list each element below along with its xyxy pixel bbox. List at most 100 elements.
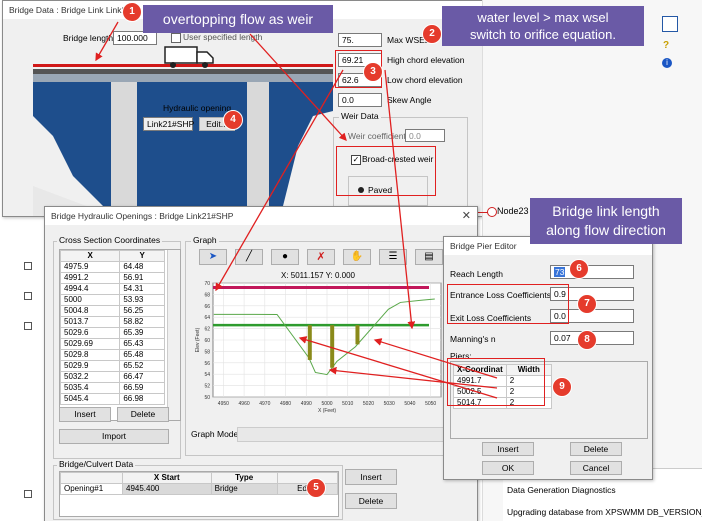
pointer-tool-icon[interactable]: ➤ [199,249,227,265]
xs-table-row[interactable]: 5029.9 65.52 [60,360,165,372]
xs-table-row[interactable]: 5035.4 66.59 [60,382,165,394]
xs-table-row[interactable]: 4991.2 56.91 [60,272,165,284]
xs-cell-x[interactable]: 5029.69 [60,338,121,350]
xs-cell-x[interactable]: 5013.7 [60,316,121,328]
xs-cell-x[interactable]: 5045.4 [60,393,121,405]
xs-delete-button[interactable]: Delete [117,407,169,422]
openings-close-icon[interactable]: ✕ [462,209,471,222]
xs-table-row[interactable]: 5029.6 65.39 [60,327,165,339]
xs-table-row[interactable]: 5029.8 65.48 [60,349,165,361]
xs-table-row[interactable]: 5004.8 56.25 [60,305,165,317]
callout-link-length-line1: Bridge link length [552,203,660,219]
y-tick-label: 58 [204,349,210,355]
xs-table-row[interactable]: 5032.2 66.47 [60,371,165,383]
doc-tool-icon[interactable]: ▤ [415,249,443,265]
node-circle[interactable] [487,207,497,217]
xs-insert-button[interactable]: Insert [59,407,111,422]
y-tick-label: 68 [204,292,210,298]
toolbar-icon-help[interactable]: ? [663,40,669,51]
highlight-loss-coefficients [447,284,569,324]
tree-checkbox-2[interactable] [24,292,32,300]
culvert-type[interactable]: Bridge [210,483,278,495]
xs-table-row[interactable]: 4975.9 64.48 [60,261,165,273]
tree-checkbox-4[interactable] [24,490,32,498]
xs-table-row[interactable]: 5029.69 65.43 [60,338,165,350]
xs-table-row[interactable]: 5013.7 58.82 [60,316,165,328]
xs-cell-y[interactable]: 66.98 [119,393,165,405]
x-tick-label: 5000 [321,401,332,407]
pier-delete-button[interactable]: Delete [570,442,622,456]
diag-line-1: Data Generation Diagnostics [507,485,616,495]
xs-cell-x[interactable]: 5004.8 [60,305,121,317]
xs-cell-y[interactable]: 65.48 [119,349,165,361]
xs-cell-x[interactable]: 4994.4 [60,283,121,295]
pier-bar [307,325,312,360]
xs-table-row[interactable]: 5000 53.93 [60,294,165,306]
list-tool-icon[interactable]: ☰ [379,249,407,265]
x-tick-label: 5040 [404,401,415,407]
xs-table-row[interactable]: 4994.4 54.31 [60,283,165,295]
graph-toolbar: ➤ ╱ ● ✗ ✋ ☰ ▤ [199,249,459,267]
culvert-row[interactable]: Opening#1 4945.400 Bridge Edit... [60,483,339,495]
xs-cell-y[interactable]: 64.48 [119,261,165,273]
line-tool-icon[interactable]: ╱ [235,249,263,265]
xs-cell-x[interactable]: 5000 [60,294,121,306]
toolbar-icon-info[interactable]: i [662,58,672,68]
xs-cell-x[interactable]: 5029.6 [60,327,121,339]
pier-insert-button[interactable]: Insert [482,442,534,456]
toolbar-icon-grid[interactable] [662,16,678,32]
y-tick-label: 52 [204,384,210,390]
culvert-delete-button[interactable]: Delete [345,493,397,509]
weir-coefficient-input[interactable]: 0.0 [405,129,445,142]
xs-cell-x[interactable]: 4975.9 [60,261,121,273]
highlight-piers-table [447,358,545,406]
marker-6: 6 [569,259,589,279]
pier-bar [330,325,335,368]
xs-import-button[interactable]: Import [59,429,169,444]
x-tick-label: 5030 [384,401,395,407]
culvert-xstart[interactable]: 4945.400 [122,483,212,495]
xs-table-row[interactable]: 5045.4 66.98 [60,393,165,405]
graph-mode-field[interactable] [237,427,469,442]
xs-cell-y[interactable]: 65.52 [119,360,165,372]
x-tick-label: 4980 [280,401,291,407]
y-tick-label: 54 [204,372,210,378]
marker-4: 4 [223,110,243,130]
pan-tool-icon[interactable]: ✋ [343,249,371,265]
marker-9: 9 [552,377,572,397]
pier-cancel-button[interactable]: Cancel [570,461,622,475]
tree-checkbox-3[interactable] [24,322,32,330]
delete-tool-icon[interactable]: ✗ [307,249,335,265]
xs-cell-x[interactable]: 5032.2 [60,371,121,383]
tree-checkbox-1[interactable] [24,262,32,270]
bridge-diagram-svg [33,64,333,216]
xs-cell-y[interactable]: 58.82 [119,316,165,328]
skew-input[interactable]: 0.0 [338,93,382,107]
xs-cell-y[interactable]: 66.59 [119,382,165,394]
xs-cell-y[interactable]: 65.39 [119,327,165,339]
x-tick-label: 4970 [259,401,270,407]
y-tick-label: 60 [204,338,210,344]
graph-mode-label: Graph Mode [191,429,239,439]
bridge-length-input[interactable]: 100.000 [113,31,157,45]
reach-length-input[interactable]: 73 [550,265,634,279]
xs-cell-x[interactable]: 5035.4 [60,382,121,394]
user-specified-checkbox[interactable] [171,33,181,43]
xs-cell-x[interactable]: 4991.2 [60,272,121,284]
xs-cell-y[interactable]: 65.43 [119,338,165,350]
xs-cell-x[interactable]: 5029.9 [60,360,121,372]
xs-cell-y[interactable]: 56.91 [119,272,165,284]
culvert-insert-button[interactable]: Insert [345,469,397,485]
high-chord-label: High chord elevation [387,55,465,65]
marker-2: 2 [422,24,442,44]
y-tick-label: 66 [204,304,210,310]
xs-cell-y[interactable]: 66.47 [119,371,165,383]
xs-cell-y[interactable]: 53.93 [119,294,165,306]
max-wsel-input[interactable]: 75. [338,33,382,47]
point-tool-icon[interactable]: ● [271,249,299,265]
xs-cell-x[interactable]: 5029.8 [60,349,121,361]
xs-cell-y[interactable]: 56.25 [119,305,165,317]
pier-ok-button[interactable]: OK [482,461,534,475]
xs-cell-y[interactable]: 54.31 [119,283,165,295]
xs-scrollbar[interactable] [167,250,180,420]
